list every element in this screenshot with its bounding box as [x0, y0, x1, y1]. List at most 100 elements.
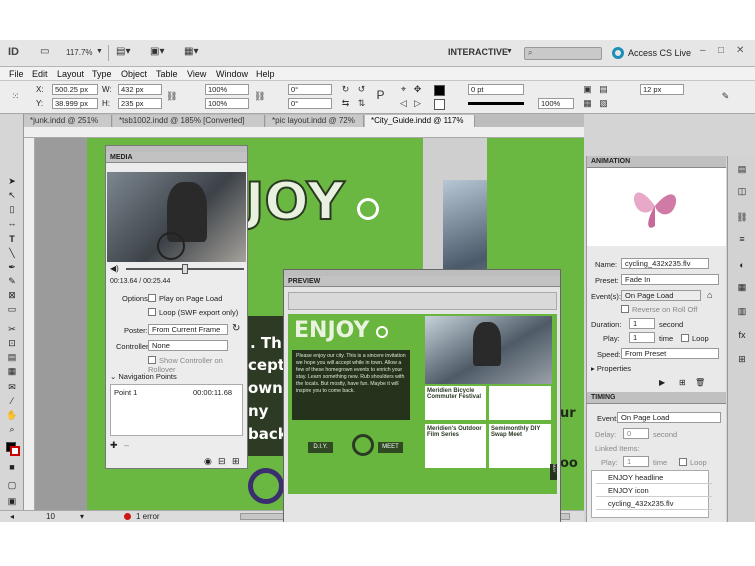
- rotate-field[interactable]: 0°: [288, 84, 332, 95]
- pen-icon[interactable]: ✎: [720, 91, 731, 102]
- events-dropdown[interactable]: On Page Load: [621, 290, 701, 301]
- stroke-weight-field[interactable]: 0 pt: [468, 84, 524, 95]
- reverse-checkbox[interactable]: [621, 305, 629, 313]
- play-field[interactable]: 1: [629, 332, 655, 343]
- show-controller-checkbox[interactable]: [148, 356, 156, 364]
- normal-mode-icon[interactable]: ▢: [6, 480, 18, 491]
- text-wrap-panel-icon[interactable]: ⊞: [736, 354, 748, 365]
- fill-swatch[interactable]: [434, 85, 445, 96]
- nav-points-header[interactable]: ⌄ Navigation Points: [110, 372, 177, 381]
- loop-checkbox[interactable]: [148, 308, 156, 316]
- effects-panel-icon[interactable]: fx: [736, 330, 748, 341]
- page-dropdown-icon[interactable]: ▾: [80, 512, 84, 521]
- pen-tool-icon[interactable]: ✒: [6, 262, 18, 273]
- menu-layout[interactable]: Layout: [57, 69, 84, 79]
- screen-mode-icon[interactable]: ▤▾: [116, 46, 130, 60]
- timing-item-enjoy-icon[interactable]: ENJOY icon: [596, 484, 712, 497]
- note-tool-icon[interactable]: ✉: [6, 382, 18, 393]
- preflight-errors[interactable]: 1 error: [136, 512, 160, 521]
- layout-icon[interactable]: ▦▾: [184, 46, 198, 60]
- scissors-tool-icon[interactable]: ✂: [6, 324, 18, 335]
- event-dropdown[interactable]: On Page Load: [617, 412, 721, 423]
- volume-icon[interactable]: ◀): [110, 264, 119, 273]
- pencil-tool-icon[interactable]: ✎: [6, 276, 18, 287]
- convert-icon[interactable]: ⊞: [679, 378, 686, 387]
- zoom-dropdown-icon[interactable]: ▼: [96, 48, 103, 62]
- rotate-cw-icon[interactable]: ↻: [340, 84, 351, 95]
- opacity-field[interactable]: 100%: [538, 98, 574, 109]
- preview-icon[interactable]: ◉: [204, 456, 212, 467]
- size-field[interactable]: 12 px: [640, 84, 684, 95]
- rotate-ccw-icon[interactable]: ↺: [356, 84, 367, 95]
- nav-point-name[interactable]: Point 1: [114, 388, 137, 397]
- place-media-icon[interactable]: ⊞: [232, 456, 240, 467]
- constrain-icon[interactable]: ⛓: [166, 91, 177, 102]
- arrange-icon[interactable]: ▣▾: [150, 46, 164, 60]
- view-icon[interactable]: ▭: [40, 46, 49, 60]
- play-on-load-checkbox[interactable]: [148, 294, 156, 302]
- scale-y-field[interactable]: 100%: [205, 98, 249, 109]
- gradient-tool-icon[interactable]: ▤: [6, 352, 18, 363]
- apply-color-icon[interactable]: ■: [6, 462, 18, 473]
- export-icon[interactable]: ⊟: [218, 456, 226, 467]
- x-field[interactable]: 500.25 px: [52, 84, 98, 95]
- delete-icon[interactable]: 🗑: [695, 378, 705, 387]
- center-content-icon[interactable]: ▦: [582, 98, 593, 109]
- swatches-panel-icon[interactable]: ▦: [736, 282, 748, 293]
- menu-table[interactable]: Table: [156, 69, 178, 79]
- rectangle-tool-icon[interactable]: ▭: [6, 304, 18, 315]
- duration-field[interactable]: 1: [629, 318, 655, 329]
- shear-field[interactable]: 0°: [288, 98, 332, 109]
- access-cs-live[interactable]: Access CS Live: [628, 48, 691, 58]
- stroke-color-icon[interactable]: [10, 446, 20, 456]
- menu-view[interactable]: View: [187, 69, 206, 79]
- menu-help[interactable]: Help: [256, 69, 275, 79]
- search-field[interactable]: ⌕: [524, 47, 602, 60]
- timing-loop-checkbox[interactable]: [679, 458, 687, 466]
- pages-panel-icon[interactable]: ▤: [736, 164, 748, 175]
- tab-city-guide[interactable]: *City_Guide.indd @ 117%: [365, 115, 475, 127]
- first-page-icon[interactable]: ◂: [10, 512, 14, 521]
- gap-tool-icon[interactable]: ↔: [6, 218, 18, 229]
- fit-frame-icon[interactable]: ▧: [598, 98, 609, 109]
- workspace-switcher[interactable]: INTERACTIVE: [448, 47, 508, 57]
- close-icon[interactable]: ✕: [736, 45, 750, 59]
- select-prev-icon[interactable]: ◁: [398, 98, 409, 109]
- select-next-icon[interactable]: ▷: [412, 98, 423, 109]
- controller-dropdown[interactable]: None: [148, 340, 228, 351]
- y-field[interactable]: 38.999 px: [52, 98, 98, 109]
- menu-edit[interactable]: Edit: [32, 69, 48, 79]
- delay-field[interactable]: 0: [623, 428, 649, 439]
- transform-tool-icon[interactable]: ⊡: [6, 338, 18, 349]
- tab-tsb1002[interactable]: *tsb1002.indd @ 185% [Converted]: [113, 115, 265, 127]
- mouse-event-icon[interactable]: ⌂: [707, 290, 712, 300]
- links-panel-icon[interactable]: ⛓: [736, 212, 748, 223]
- scrubber-handle[interactable]: [182, 264, 188, 274]
- text-frame-icon[interactable]: P: [375, 89, 386, 101]
- gradient-feather-icon[interactable]: ▦: [6, 366, 18, 377]
- selection-tool-icon[interactable]: ➤: [6, 176, 18, 187]
- poster-dropdown[interactable]: From Current Frame: [148, 324, 228, 335]
- reference-point-icon[interactable]: ⁙: [10, 91, 21, 102]
- preset-dropdown[interactable]: Fade In: [621, 274, 719, 285]
- minimize-icon[interactable]: –: [700, 45, 714, 59]
- zoom-level[interactable]: 117.7%: [66, 48, 93, 62]
- frame-tool-icon[interactable]: ⊠: [6, 290, 18, 301]
- stroke-panel-icon[interactable]: ≡: [736, 234, 748, 245]
- select-content-icon[interactable]: ✥: [412, 84, 423, 95]
- hand-tool-icon[interactable]: ✋: [6, 410, 18, 421]
- page-number[interactable]: 10: [46, 512, 55, 521]
- color-panel-icon[interactable]: ◐: [736, 260, 748, 271]
- stroke-swatch[interactable]: [434, 99, 445, 110]
- maximize-icon[interactable]: □: [718, 45, 732, 59]
- select-container-icon[interactable]: ⌖: [398, 84, 409, 95]
- menu-window[interactable]: Window: [216, 69, 248, 79]
- preview-mode-icon[interactable]: ▣: [6, 496, 18, 507]
- width-field[interactable]: 432 px: [118, 84, 162, 95]
- menu-file[interactable]: File: [9, 69, 24, 79]
- tab-junk[interactable]: *junk.indd @ 251%: [24, 115, 112, 127]
- eyedropper-tool-icon[interactable]: ⁄: [6, 396, 18, 407]
- flip-v-icon[interactable]: ⇅: [356, 98, 367, 109]
- direct-selection-tool-icon[interactable]: ↖: [6, 190, 18, 201]
- remove-nav-point-icon[interactable]: –: [124, 440, 129, 450]
